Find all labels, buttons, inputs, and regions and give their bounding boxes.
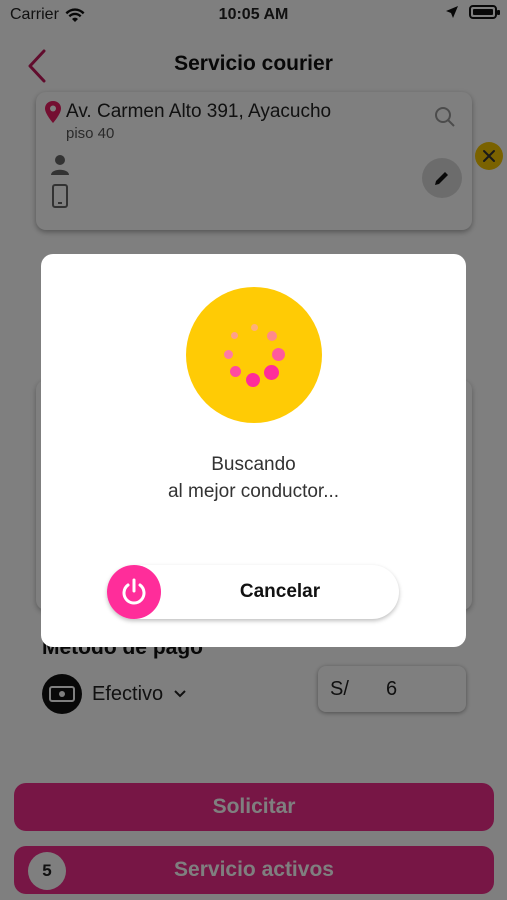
spinner-icon	[186, 287, 322, 423]
searching-dialog: Buscando al mejor conductor... Cancelar	[41, 254, 466, 647]
searching-line1: Buscando	[211, 454, 296, 475]
cancel-button[interactable]: Cancelar	[107, 565, 399, 619]
searching-line2: al mejor conductor...	[167, 481, 340, 502]
power-icon[interactable]	[107, 565, 161, 619]
searching-message: Buscando al mejor conductor...	[41, 451, 466, 505]
cancel-label: Cancelar	[239, 581, 321, 602]
